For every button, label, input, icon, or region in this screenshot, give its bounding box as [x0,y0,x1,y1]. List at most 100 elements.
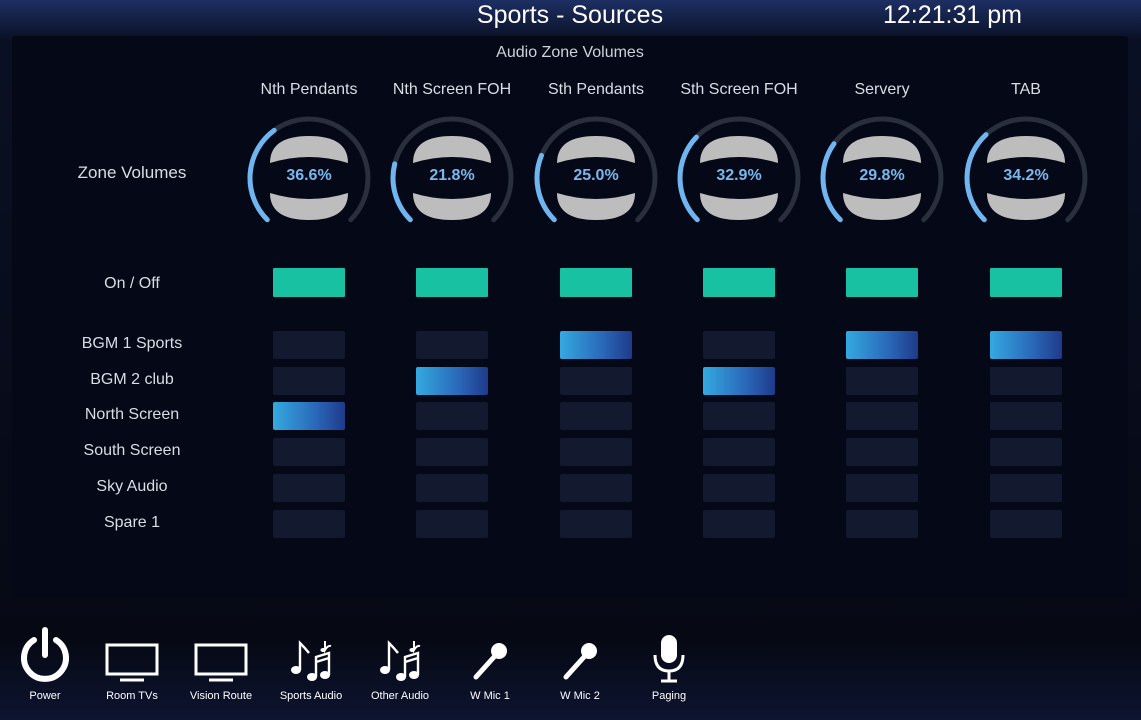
zone-name-sth-screen-foh: Sth Screen FOH [680,81,798,98]
volume-knob-tab[interactable]: 34.2% [963,116,1089,240]
zone-volumes-panel: Audio Zone Volumes Zone Volumes On / Off… [12,36,1128,598]
source-button-bgm-1-sports-servery[interactable] [846,331,918,359]
volume-down-segment [700,193,778,220]
volume-down-segment [413,193,491,220]
source-button-south-screen-sth-screen-foh[interactable] [703,438,775,466]
source-button-bgm-2-club-nth-screen-foh[interactable] [416,367,488,395]
volume-readout: 34.2% [1003,167,1049,184]
source-label-sky-audio: Sky Audio [96,478,168,495]
handheld-mic-icon [445,633,535,689]
nav-label: Room TVs [106,690,158,702]
source-button-sky-audio-sth-pendants[interactable] [560,474,632,502]
source-label-bgm-1-sports: BGM 1 Sports [81,335,183,352]
nav-button-paging[interactable]: Paging [624,625,714,720]
source-button-bgm-1-sports-nth-screen-foh[interactable] [416,331,488,359]
paging-mic-icon [624,633,714,689]
source-button-bgm-2-club-sth-screen-foh[interactable] [703,367,775,395]
volume-down-segment [843,193,921,220]
nav-label: Other Audio [370,690,430,702]
nav-button-w-mic-1[interactable]: W Mic 1 [445,625,535,720]
source-button-sky-audio-servery[interactable] [846,474,918,502]
on-off-toggle-nth-pendants[interactable] [273,268,345,297]
page-title: Sports - Sources [476,1,664,29]
source-button-bgm-1-sports-sth-screen-foh[interactable] [703,331,775,359]
source-button-spare-1-nth-screen-foh[interactable] [416,510,488,538]
volume-readout: 25.0% [573,167,619,184]
nav-button-power[interactable]: Power [0,625,90,720]
on-off-toggle-nth-screen-foh[interactable] [416,268,488,297]
volume-up-segment [700,136,778,163]
volume-knob-sth-screen-foh[interactable]: 32.9% [676,116,802,240]
on-off-toggle-servery[interactable] [846,268,918,297]
on-off-toggle-sth-pendants[interactable] [560,268,632,297]
zone-volumes-label: Zone Volumes [77,163,187,182]
header-bar: Sports - Sources 12:21:31 pm [0,0,1141,34]
source-button-spare-1-servery[interactable] [846,510,918,538]
source-label-bgm-2-club: BGM 2 club [90,371,174,388]
panel-title: Audio Zone Volumes [496,44,644,61]
source-button-north-screen-sth-pendants[interactable] [560,402,632,430]
source-button-spare-1-sth-pendants[interactable] [560,510,632,538]
source-button-south-screen-sth-pendants[interactable] [560,438,632,466]
nav-label: Paging [651,690,687,702]
source-button-north-screen-sth-screen-foh[interactable] [703,402,775,430]
music-notes-icon [355,633,445,689]
power-icon [0,627,90,689]
volume-down-segment [987,193,1065,220]
nav-label: W Mic 1 [470,690,510,702]
on-off-toggle-sth-screen-foh[interactable] [703,268,775,297]
source-button-bgm-1-sports-sth-pendants[interactable] [560,331,632,359]
zone-name-sth-pendants: Sth Pendants [547,81,645,98]
source-button-sky-audio-sth-screen-foh[interactable] [703,474,775,502]
source-button-bgm-2-club-tab[interactable] [990,367,1062,395]
source-button-bgm-2-club-nth-pendants[interactable] [273,367,345,395]
source-label-south-screen: South Screen [83,442,181,459]
source-button-north-screen-tab[interactable] [990,402,1062,430]
volume-knob-sth-pendants[interactable]: 25.0% [533,116,659,240]
nav-label: Sports Audio [279,690,343,702]
volume-knob-nth-pendants[interactable]: 36.6% [246,116,372,240]
source-button-north-screen-servery[interactable] [846,402,918,430]
volume-knob-servery[interactable]: 29.8% [819,116,945,240]
source-button-sky-audio-nth-pendants[interactable] [273,474,345,502]
volume-up-segment [843,136,921,163]
volume-up-segment [987,136,1065,163]
volume-up-segment [413,136,491,163]
source-button-spare-1-tab[interactable] [990,510,1062,538]
nav-label: Vision Route [189,690,253,702]
volume-readout: 21.8% [429,167,475,184]
nav-label: W Mic 2 [560,690,600,702]
music-notes-icon [266,633,356,689]
zone-name-servery: Servery [854,81,910,98]
source-button-bgm-1-sports-tab[interactable] [990,331,1062,359]
nav-button-room-tvs[interactable]: Room TVs [87,625,177,720]
source-button-spare-1-nth-pendants[interactable] [273,510,345,538]
nav-button-sports-audio[interactable]: Sports Audio [266,625,356,720]
source-button-south-screen-tab[interactable] [990,438,1062,466]
zone-name-nth-pendants: Nth Pendants [260,81,358,98]
volume-down-segment [270,193,348,220]
source-button-spare-1-sth-screen-foh[interactable] [703,510,775,538]
tv-icon [87,633,177,689]
source-button-sky-audio-tab[interactable] [990,474,1062,502]
source-button-bgm-2-club-sth-pendants[interactable] [560,367,632,395]
source-button-south-screen-nth-screen-foh[interactable] [416,438,488,466]
nav-button-other-audio[interactable]: Other Audio [355,625,445,720]
source-button-bgm-2-club-servery[interactable] [846,367,918,395]
source-button-sky-audio-nth-screen-foh[interactable] [416,474,488,502]
nav-button-vision-route[interactable]: Vision Route [176,625,266,720]
clock: 12:21:31 pm [883,1,1022,29]
volume-knob-nth-screen-foh[interactable]: 21.8% [389,116,515,240]
volume-up-segment [557,136,635,163]
nav-button-w-mic-2[interactable]: W Mic 2 [535,625,625,720]
source-button-north-screen-nth-screen-foh[interactable] [416,402,488,430]
source-label-north-screen: North Screen [84,406,180,423]
source-button-north-screen-nth-pendants[interactable] [273,402,345,430]
source-button-south-screen-servery[interactable] [846,438,918,466]
volume-readout: 32.9% [716,167,762,184]
on-off-toggle-tab[interactable] [990,268,1062,297]
on-off-label: On / Off [104,275,160,292]
source-button-south-screen-nth-pendants[interactable] [273,438,345,466]
volume-readout: 29.8% [859,167,905,184]
source-button-bgm-1-sports-nth-pendants[interactable] [273,331,345,359]
